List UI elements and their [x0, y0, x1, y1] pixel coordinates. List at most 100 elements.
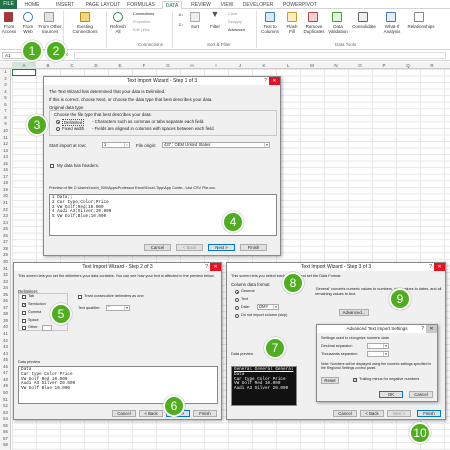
column-header[interactable]: D [84, 62, 108, 69]
row-header[interactable]: 51 [0, 397, 11, 403]
row-header[interactable]: 53 [0, 410, 11, 416]
tab-home[interactable]: HOME [24, 1, 40, 9]
file-origin-select[interactable]: 437 : OEM United States ▾ [162, 142, 270, 148]
from-other-sources-button[interactable]: From Other Sources [38, 24, 62, 34]
column-header[interactable]: B [36, 62, 60, 69]
row-header[interactable]: 12 [0, 141, 11, 147]
fixed-width-label[interactable]: Fixed width [62, 126, 84, 131]
text-radio[interactable] [235, 298, 239, 302]
next-button[interactable]: Next > [387, 410, 411, 417]
row-header[interactable]: 45 [0, 357, 11, 363]
row-header[interactable]: 33 [0, 279, 11, 285]
help-icon[interactable]: ? [205, 263, 208, 271]
tab-developer[interactable]: DEVELOPER [242, 1, 274, 9]
sort-za-icon[interactable]: Z↓ [176, 22, 186, 27]
consolidate-button[interactable]: Consolidate [350, 24, 378, 29]
row-header[interactable]: 49 [0, 383, 11, 389]
row-header[interactable]: 20 [0, 193, 11, 199]
from-access-button[interactable]: From Access [1, 24, 17, 34]
chevron-down-icon[interactable]: ▾ [273, 305, 278, 309]
advanced-button[interactable]: Advanced... [339, 309, 369, 316]
space-label[interactable]: Space [28, 318, 39, 323]
other-label[interactable]: Other: [28, 325, 39, 330]
row-header[interactable]: 28 [0, 246, 11, 252]
row-header[interactable]: 29 [0, 252, 11, 258]
cancel-button[interactable]: Cancel [144, 244, 171, 251]
tab-checkbox[interactable] [22, 295, 26, 299]
row-header[interactable]: 9 [0, 121, 11, 127]
row-header[interactable]: 26 [0, 233, 11, 239]
back-button[interactable]: < Back [360, 410, 384, 417]
properties-button[interactable]: Properties [133, 20, 150, 25]
help-icon[interactable]: ? [421, 325, 424, 333]
next-button[interactable]: Next > [208, 244, 235, 251]
delimited-radio[interactable] [56, 120, 60, 124]
row-header[interactable]: 40 [0, 324, 11, 330]
column-header[interactable]: M [300, 62, 324, 69]
data-preview[interactable]: General General General Data Car type Co… [231, 366, 297, 406]
row-header[interactable]: 38 [0, 311, 11, 317]
row-header[interactable]: 55 [0, 423, 11, 429]
row-header[interactable]: 35 [0, 292, 11, 298]
chevron-down-icon[interactable]: ▾ [124, 306, 129, 310]
help-icon[interactable]: ? [264, 77, 267, 85]
comma-label[interactable]: Comma [28, 310, 41, 315]
column-header[interactable]: K [252, 62, 276, 69]
tab-view[interactable]: VIEW [219, 1, 235, 9]
filter-button[interactable]: Filter [206, 24, 224, 29]
data-validation-button[interactable]: Data Validation [326, 24, 350, 34]
row-header[interactable]: 36 [0, 298, 11, 304]
ok-button[interactable]: OK [379, 391, 403, 398]
cancel-button[interactable]: Cancel [333, 410, 357, 417]
decimal-separator-select[interactable]: , ▾ [367, 343, 389, 349]
refresh-all-button[interactable]: Refresh All [109, 24, 127, 34]
date-label[interactable]: Date: [241, 305, 250, 310]
tab-insert[interactable]: INSERT [56, 1, 74, 9]
row-header[interactable]: 32 [0, 272, 11, 278]
row-header[interactable]: 15 [0, 161, 11, 167]
row-header[interactable]: 11 [0, 135, 11, 141]
column-header[interactable]: A [12, 62, 36, 69]
chevron-down-icon[interactable]: ▾ [264, 143, 269, 147]
close-icon[interactable]: ✕ [210, 263, 221, 271]
row-header[interactable]: 4 [0, 89, 11, 95]
tab-data[interactable]: DATA [162, 1, 182, 9]
treat-consecutive-label[interactable]: Treat consecutive delimiters as one [84, 294, 144, 299]
column-header[interactable]: H [180, 62, 204, 69]
space-checkbox[interactable] [22, 319, 26, 323]
tab-page-layout[interactable]: PAGE LAYOUT [84, 1, 122, 9]
column-header[interactable]: F [132, 62, 156, 69]
formula-input[interactable] [74, 52, 446, 59]
general-radio[interactable] [235, 290, 239, 294]
tab-label[interactable]: Tab [28, 294, 34, 299]
tab-file[interactable]: FILE [0, 0, 17, 9]
remove-duplicates-button[interactable]: Remove Duplicates [302, 24, 326, 34]
advanced-filter-button[interactable]: Advanced [228, 28, 245, 33]
trailing-minus-checkbox[interactable]: ✓ [353, 378, 357, 382]
column-header[interactable]: E [108, 62, 132, 69]
column-header[interactable]: R [420, 62, 444, 69]
data-preview[interactable]: Data Car type Color Price VW Golf Red 10… [18, 366, 218, 404]
text-to-columns-button[interactable]: Text to Columns [258, 24, 282, 34]
row-header[interactable]: 16 [0, 167, 11, 173]
flash-fill-button[interactable]: Flash Fill [284, 24, 300, 34]
row-header[interactable]: 13 [0, 148, 11, 154]
row-header[interactable]: 23 [0, 213, 11, 219]
row-header[interactable]: 1 [0, 69, 11, 75]
file-preview[interactable]: 1 Data;; 2 Car type;Color;Price 3 VW Gol… [49, 194, 277, 236]
row-header[interactable]: 48 [0, 377, 11, 383]
other-checkbox[interactable] [22, 326, 26, 330]
finish-button[interactable]: Finish [193, 410, 217, 417]
start-row-spinner[interactable]: 1 ↕ [102, 142, 130, 148]
reapply-button[interactable]: Reapply [228, 20, 242, 25]
comma-checkbox[interactable] [22, 311, 26, 315]
text-qualifier-select[interactable]: " ▾ [106, 305, 130, 311]
column-header[interactable]: N [324, 62, 348, 69]
row-header[interactable]: 17 [0, 174, 11, 180]
relationships-button[interactable]: Relationships [406, 24, 436, 29]
tab-formulas[interactable]: FORMULAS [127, 1, 155, 9]
row-header[interactable]: 34 [0, 285, 11, 291]
thousands-separator-select[interactable]: . ▾ [367, 351, 389, 357]
row-header[interactable]: 41 [0, 331, 11, 337]
row-header[interactable]: 18 [0, 180, 11, 186]
